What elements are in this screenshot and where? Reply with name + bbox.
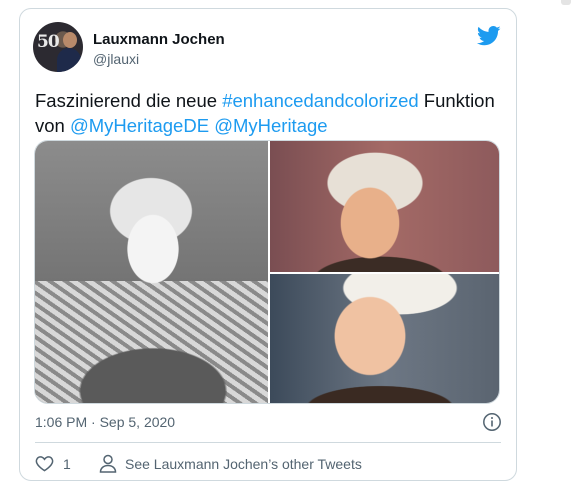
avatar-face xyxy=(63,32,77,48)
embedded-tweet-card[interactable]: 50 Lauxmann Jochen @jlauxi Faszinierend … xyxy=(19,8,517,481)
media-grid xyxy=(34,140,500,404)
hashtag-link[interactable]: #enhancedandcolorized xyxy=(222,90,418,111)
avatar-body xyxy=(57,48,81,72)
photo-colorized-2[interactable] xyxy=(270,274,499,403)
info-icon[interactable] xyxy=(482,412,502,432)
tweet-timestamp[interactable]: 1:06 PM · Sep 5, 2020 xyxy=(35,414,175,430)
photo-colorized-1[interactable] xyxy=(270,141,499,272)
tweet-text: Faszinierend die neue #enhancedandcolori… xyxy=(35,88,505,138)
see-other-tweets-link[interactable]: See Lauxmann Jochen’s other Tweets xyxy=(125,456,362,472)
like-count[interactable]: 1 xyxy=(63,456,71,472)
person-icon[interactable] xyxy=(99,454,117,473)
author-name[interactable]: Lauxmann Jochen xyxy=(93,31,225,48)
avatar[interactable]: 50 xyxy=(33,22,83,72)
tweet-text-part: Faszinierend die neue xyxy=(35,90,223,111)
author-handle[interactable]: @jlauxi xyxy=(93,51,139,67)
mention-link-myheritagede[interactable]: @MyHeritageDE xyxy=(70,115,209,136)
twitter-bird-icon[interactable] xyxy=(477,26,501,46)
avatar-badge: 50 xyxy=(37,32,60,52)
mention-link-myheritage[interactable]: @MyHeritage xyxy=(214,115,327,136)
photo-original-bw[interactable] xyxy=(35,141,268,403)
divider xyxy=(35,442,501,443)
scrollbar-thumb[interactable] xyxy=(561,0,571,5)
heart-icon[interactable] xyxy=(35,455,54,472)
